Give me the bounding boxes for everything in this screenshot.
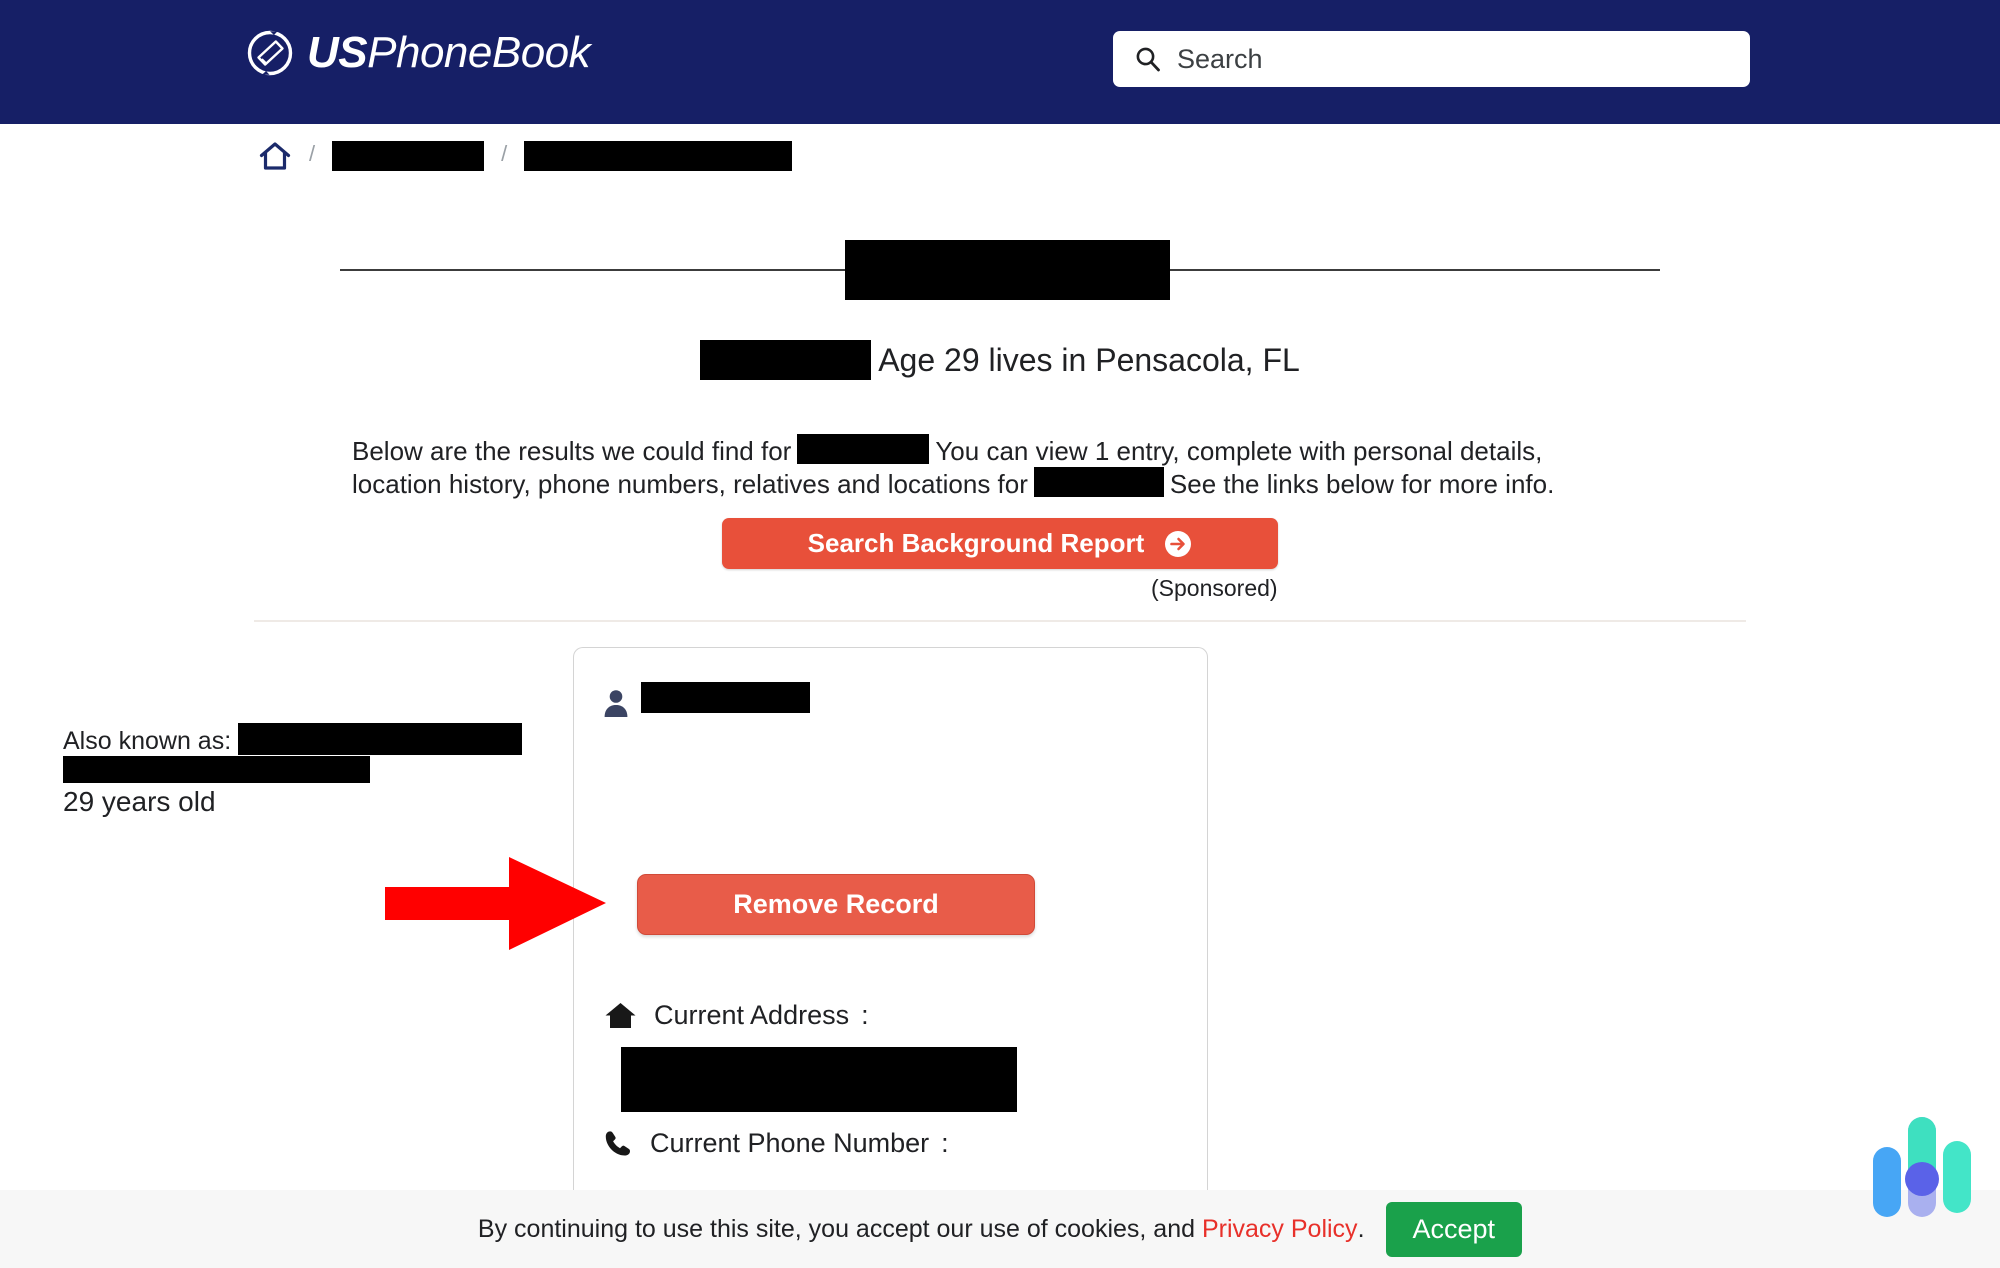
search-icon bbox=[1136, 47, 1160, 72]
logo-text: USPhoneBook bbox=[307, 28, 591, 77]
subtitle-text: Age 29 lives in Pensacola, FL bbox=[878, 341, 1300, 378]
search-input[interactable] bbox=[1177, 39, 1737, 79]
breadcrumb-item-2-redacted[interactable] bbox=[524, 141, 793, 171]
cta-label: Search Background Report bbox=[807, 528, 1145, 558]
also-known-as-redaction-1 bbox=[238, 723, 523, 755]
cookie-banner: By continuing to use this site, you acce… bbox=[0, 1190, 2000, 1268]
also-known-as-row: Also known as: bbox=[63, 723, 523, 756]
current-phone-label-text: Current Phone Number bbox=[650, 1128, 930, 1158]
page-title-name-redacted bbox=[845, 240, 1170, 300]
accept-cookies-button[interactable]: Accept bbox=[1385, 1201, 1523, 1257]
chat-bars-widget-icon[interactable] bbox=[1870, 1105, 1974, 1230]
sponsored-label: (Sponsored) bbox=[1151, 575, 1278, 601]
logo-text-bold: US bbox=[307, 28, 368, 77]
current-phone-number-label: Current Phone Number : bbox=[605, 1128, 949, 1159]
logo-text-light: PhoneBook bbox=[367, 28, 591, 77]
red-arrow-pointer-icon bbox=[385, 857, 606, 950]
home-icon[interactable] bbox=[258, 139, 292, 173]
person-icon bbox=[604, 690, 628, 717]
current-phone-colon: : bbox=[941, 1128, 949, 1158]
phone-in-circle-icon bbox=[247, 30, 293, 76]
remove-record-button[interactable]: Remove Record bbox=[637, 874, 1035, 935]
house-icon bbox=[605, 1003, 636, 1028]
phone-icon bbox=[605, 1131, 630, 1156]
result-name-redacted bbox=[641, 682, 810, 713]
breadcrumb-separator-2: / bbox=[501, 141, 508, 166]
page-subtitle: Age 29 lives in Pensacola, FL bbox=[0, 340, 2000, 380]
lead-paragraph: Below are the results we could find for Y… bbox=[352, 434, 1627, 500]
subtitle-name-redacted bbox=[700, 340, 872, 380]
breadcrumb-separator-1: / bbox=[309, 141, 316, 166]
title-rule-left bbox=[340, 269, 845, 271]
cookie-banner-period: . bbox=[1357, 1214, 1365, 1243]
search-box[interactable] bbox=[1113, 31, 1750, 87]
current-address-label: Current Address : bbox=[605, 1000, 869, 1031]
breadcrumb-item-1-redacted[interactable] bbox=[332, 141, 485, 171]
lead-redaction-2 bbox=[1033, 467, 1164, 497]
site-logo[interactable]: USPhoneBook bbox=[247, 28, 591, 77]
breadcrumb: / / bbox=[258, 136, 793, 176]
result-card bbox=[573, 647, 1208, 1268]
section-divider bbox=[254, 620, 1746, 622]
current-address-label-text: Current Address bbox=[654, 1000, 850, 1030]
search-background-report-button[interactable]: Search Background Report bbox=[722, 518, 1278, 569]
cookie-banner-text: By continuing to use this site, you acce… bbox=[477, 1214, 1196, 1243]
lead-part-3: See the links below for more info. bbox=[1169, 469, 1555, 499]
page-title bbox=[0, 240, 2000, 300]
current-address-colon: : bbox=[861, 1000, 869, 1030]
privacy-policy-link[interactable]: Privacy Policy bbox=[1202, 1215, 1358, 1244]
lead-redaction-1 bbox=[797, 434, 930, 464]
title-rule-right bbox=[1170, 269, 1660, 271]
also-known-as-label: Also known as: bbox=[63, 727, 232, 755]
site-header: USPhoneBook bbox=[0, 0, 2000, 124]
current-address-value-redacted bbox=[621, 1047, 1017, 1112]
lead-part-1: Below are the results we could find for bbox=[352, 436, 792, 466]
result-age: 29 years old bbox=[63, 786, 216, 817]
result-name-row bbox=[602, 682, 810, 718]
also-known-as-redaction-2 bbox=[63, 756, 370, 783]
page-root: USPhoneBook / / Age 29 lives in Pensacol… bbox=[0, 0, 2000, 1268]
arrow-right-circle-icon bbox=[1165, 530, 1192, 557]
